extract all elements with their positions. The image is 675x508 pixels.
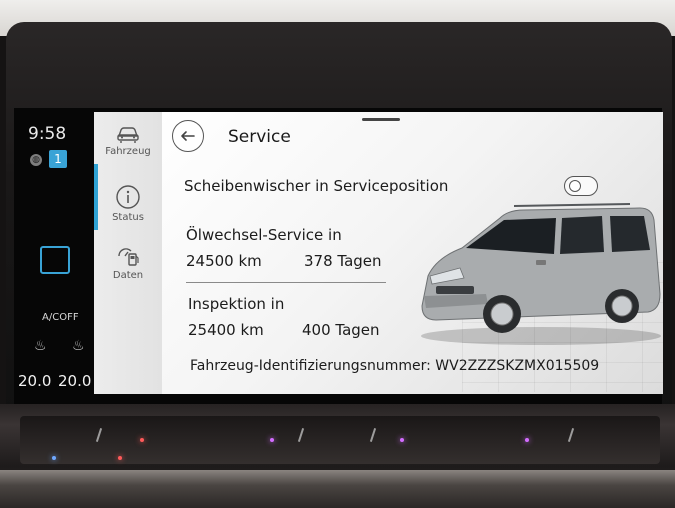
seat-heating-left-icon[interactable]: ♨ xyxy=(34,338,54,356)
info-icon xyxy=(116,185,140,209)
section-divider xyxy=(186,282,386,283)
clock: 9:58 xyxy=(28,124,67,144)
indicator-led xyxy=(525,438,529,442)
page-title: Service xyxy=(228,127,291,147)
inspection-title: Inspektion in xyxy=(188,295,285,313)
home-square-button[interactable] xyxy=(40,246,70,274)
indicator-led xyxy=(400,438,404,442)
nav-item-fahrzeug[interactable]: Fahrzeug xyxy=(98,124,158,157)
oil-service-km: 24500 km xyxy=(186,252,262,270)
ac-status[interactable]: A/COFF xyxy=(42,312,79,323)
temp-right[interactable]: 20.0 xyxy=(58,372,91,390)
nav-label-fahrzeug: Fahrzeug xyxy=(105,146,151,157)
car-icon xyxy=(117,127,139,143)
nav-item-daten[interactable]: Daten xyxy=(98,244,158,281)
wiper-service-toggle[interactable] xyxy=(564,176,598,196)
vehicle-image xyxy=(421,203,661,345)
seat-heating-right-icon[interactable]: ♨ xyxy=(72,338,92,356)
fuel-data-icon xyxy=(118,248,139,266)
status-bar: 9:58 ◍ 1 A/COFF ♨ ♨ 20.0 20.0 xyxy=(14,108,94,400)
indicator-led xyxy=(140,438,144,442)
globe-icon[interactable]: ◍ xyxy=(30,154,42,166)
temp-left[interactable]: 20.0 xyxy=(18,372,51,390)
indicator-led xyxy=(270,438,274,442)
dashboard-lower xyxy=(0,470,675,508)
side-navigation: Fahrzeug Status Daten xyxy=(94,112,163,394)
indicator-led xyxy=(118,456,122,460)
infotainment-screen: Fahrzeug Status Daten Service Scheibenwi… xyxy=(94,112,663,394)
oil-service-days: 378 Tagen xyxy=(304,252,382,270)
oil-service-title: Ölwechsel-Service in xyxy=(186,226,342,244)
notification-badge[interactable]: 1 xyxy=(49,150,67,168)
nav-label-daten: Daten xyxy=(112,270,144,281)
toggle-knob xyxy=(569,180,581,192)
back-button[interactable] xyxy=(172,120,204,152)
back-arrow-icon xyxy=(181,131,195,141)
inspection-days: 400 Tagen xyxy=(302,321,380,339)
wiper-service-label: Scheibenwischer in Serviceposition xyxy=(184,177,449,195)
nav-label-status: Status xyxy=(112,212,144,223)
inspection-km: 25400 km xyxy=(188,321,264,339)
drag-handle[interactable] xyxy=(362,118,400,121)
nav-item-status[interactable]: Status xyxy=(98,184,158,223)
climate-control-strip xyxy=(20,416,660,464)
vin-label: Fahrzeug-Identifizierungsnummer: WV2ZZZS… xyxy=(190,358,600,374)
indicator-led xyxy=(52,456,56,460)
